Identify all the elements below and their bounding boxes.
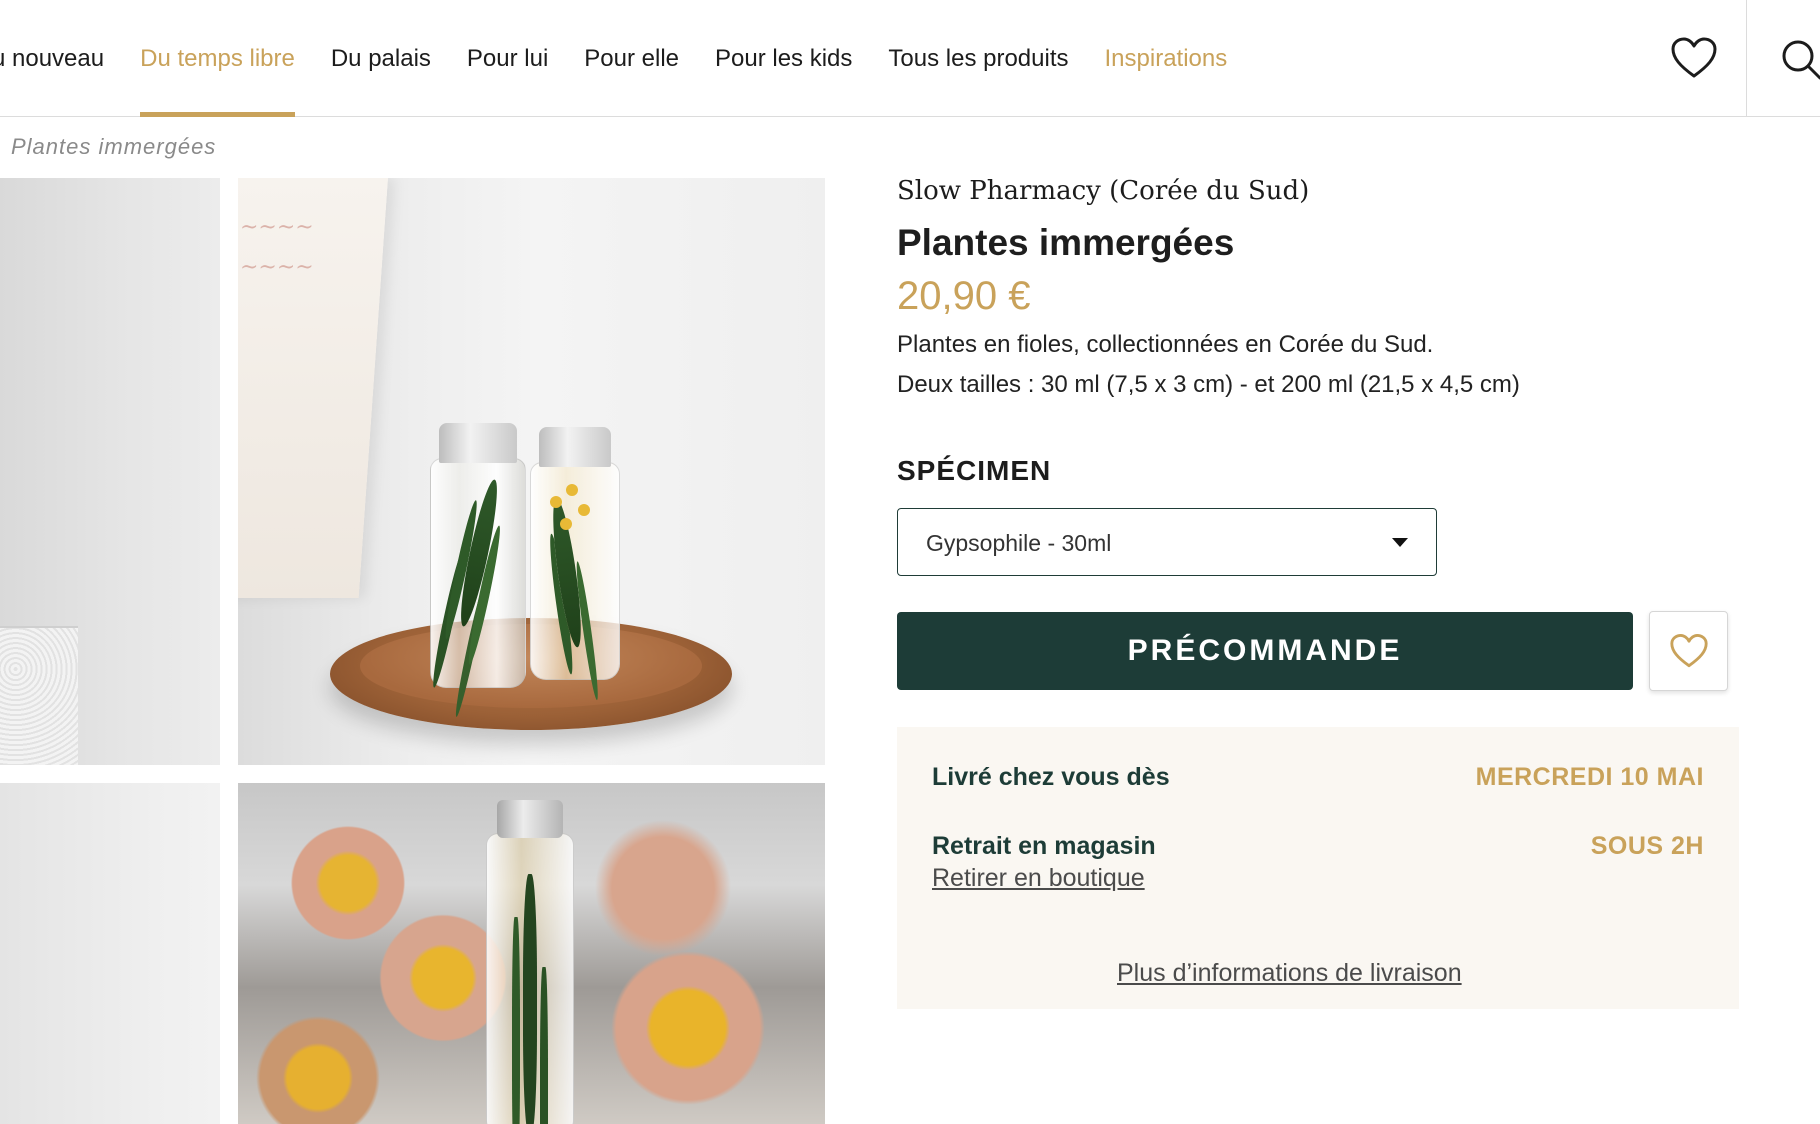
site-header: u nouveau Du temps libre Du palais Pour … (0, 0, 1820, 117)
product-image-main[interactable]: ~~~~ ~~~~ (238, 178, 825, 765)
mimosa-flower-decor (550, 496, 562, 508)
product-description: Plantes en fioles, collectionnées en Cor… (897, 325, 1520, 405)
product-brand[interactable]: Slow Pharmacy (Corée du Sud) (897, 176, 1309, 206)
variant-select[interactable]: Gypsophile - 30ml (897, 508, 1437, 576)
home-delivery-date: MERCREDI 10 MAI (1475, 763, 1704, 791)
flowers-decor (238, 1013, 398, 1124)
header-divider (1746, 0, 1747, 117)
mimosa-flower-decor (560, 518, 572, 530)
product-image-secondary[interactable] (238, 783, 825, 1124)
caret-down-icon (1392, 538, 1408, 547)
variant-label: SPÉCIMEN (897, 455, 1052, 486)
nav-item-tous-les-produits[interactable]: Tous les produits (888, 0, 1068, 117)
card-script-decor: ~~~~ ~~~~ (240, 215, 314, 280)
store-pickup-label: Retrait en magasin (932, 832, 1156, 860)
product-price: 20,90 € (897, 274, 1031, 318)
flowers-decor (598, 943, 778, 1113)
home-delivery-label: Livré chez vous dès (932, 763, 1170, 791)
bottle-decor (486, 800, 574, 1124)
product-image-thumb-1[interactable] (0, 178, 220, 765)
description-line-2: Deux tailles : 30 ml (7,5 x 3 cm) - et 2… (897, 371, 1520, 398)
preorder-button[interactable]: PRÉCOMMANDE (897, 612, 1633, 690)
product-title: Plantes immergées (897, 222, 1235, 263)
nav-item-pour-les-kids[interactable]: Pour les kids (715, 0, 852, 117)
nav-item-pour-lui[interactable]: Pour lui (467, 0, 548, 117)
search-icon[interactable] (1780, 38, 1820, 82)
more-delivery-info-link[interactable]: Plus d’informations de livraison (1117, 959, 1462, 988)
product-image-thumb-3[interactable] (0, 783, 220, 1124)
description-line-1: Plantes en fioles, collectionnées en Cor… (897, 331, 1434, 358)
nav-item-nouveau[interactable]: u nouveau (0, 0, 104, 117)
pickup-in-store-link[interactable]: Retirer en boutique (932, 864, 1145, 893)
main-nav: u nouveau Du temps libre Du palais Pour … (0, 0, 1263, 117)
breadcrumb: Plantes immergées (11, 134, 217, 159)
nav-item-pour-elle[interactable]: Pour elle (584, 0, 679, 117)
delivery-info-panel: Livré chez vous dès MERCREDI 10 MAI Retr… (897, 727, 1739, 1009)
add-to-wishlist-button[interactable] (1649, 611, 1728, 691)
nav-item-du-palais[interactable]: Du palais (331, 0, 431, 117)
flowers-decor (578, 813, 748, 963)
mimosa-flower-decor (566, 484, 578, 496)
store-pickup-time: SOUS 2H (1590, 832, 1704, 860)
stone-block-decor (0, 626, 78, 765)
variant-selected-value: Gypsophile - 30ml (926, 530, 1112, 556)
nav-item-inspirations[interactable]: Inspirations (1105, 0, 1228, 117)
wishlist-heart-icon[interactable] (1670, 36, 1718, 80)
mimosa-flower-decor (578, 504, 590, 516)
nav-item-du-temps-libre[interactable]: Du temps libre (140, 0, 295, 117)
heart-icon (1669, 634, 1708, 668)
